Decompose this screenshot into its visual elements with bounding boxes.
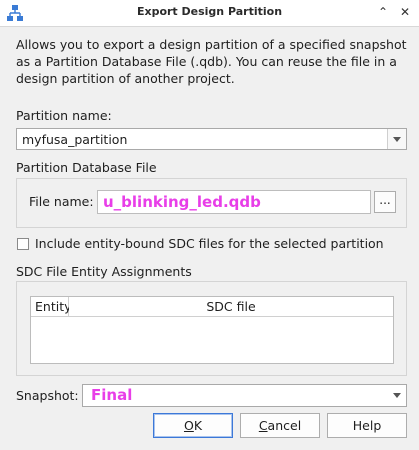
chevron-down-icon[interactable]	[387, 129, 406, 149]
sdc-assignments-groupbox: Entity SDC file	[16, 281, 407, 376]
cancel-mnemonic: C	[258, 418, 268, 433]
file-name-label: File name:	[29, 194, 94, 209]
sdc-assignments-table[interactable]: Entity SDC file	[30, 296, 394, 364]
close-icon[interactable]: ✕	[396, 3, 414, 21]
window-title: Export Design Partition	[136, 5, 283, 18]
snapshot-dropdown[interactable]: Final	[82, 384, 407, 407]
cancel-label-rest: ancel	[267, 418, 302, 433]
partition-name-dropdown[interactable]: myfusa_partition	[16, 128, 407, 150]
sdc-assignments-group-label: SDC File Entity Assignments	[16, 264, 192, 279]
file-name-value: u_blinking_led.qdb	[103, 193, 261, 211]
column-header-sdc-file[interactable]: SDC file	[69, 297, 393, 317]
snapshot-value: Final	[91, 386, 133, 404]
partition-db-groupbox: File name: u_blinking_led.qdb ...	[16, 178, 407, 228]
help-button[interactable]: Help	[327, 413, 407, 438]
include-sdc-checkbox[interactable]	[17, 238, 29, 250]
ok-label-rest: K	[193, 418, 203, 433]
title-bar: Export Design Partition ⌃ ✕	[0, 0, 419, 27]
chevron-down-icon[interactable]	[388, 385, 406, 406]
partition-name-value: myfusa_partition	[22, 132, 128, 147]
include-sdc-label[interactable]: Include entity-bound SDC files for the s…	[35, 236, 384, 251]
dialog-description: Allows you to export a design partition …	[16, 37, 407, 86]
column-header-entity[interactable]: Entity	[31, 297, 72, 317]
collapse-chevron-icon[interactable]: ⌃	[374, 3, 392, 21]
file-name-field[interactable]: u_blinking_led.qdb	[97, 190, 371, 214]
cancel-button[interactable]: Cancel	[240, 413, 320, 438]
snapshot-label: Snapshot:	[16, 388, 79, 403]
ok-mnemonic: O	[183, 418, 194, 433]
partition-db-group-label: Partition Database File	[16, 160, 157, 175]
ok-button[interactable]: OK	[153, 413, 233, 438]
browse-button[interactable]: ...	[374, 191, 396, 213]
partition-name-label: Partition name:	[16, 108, 112, 123]
